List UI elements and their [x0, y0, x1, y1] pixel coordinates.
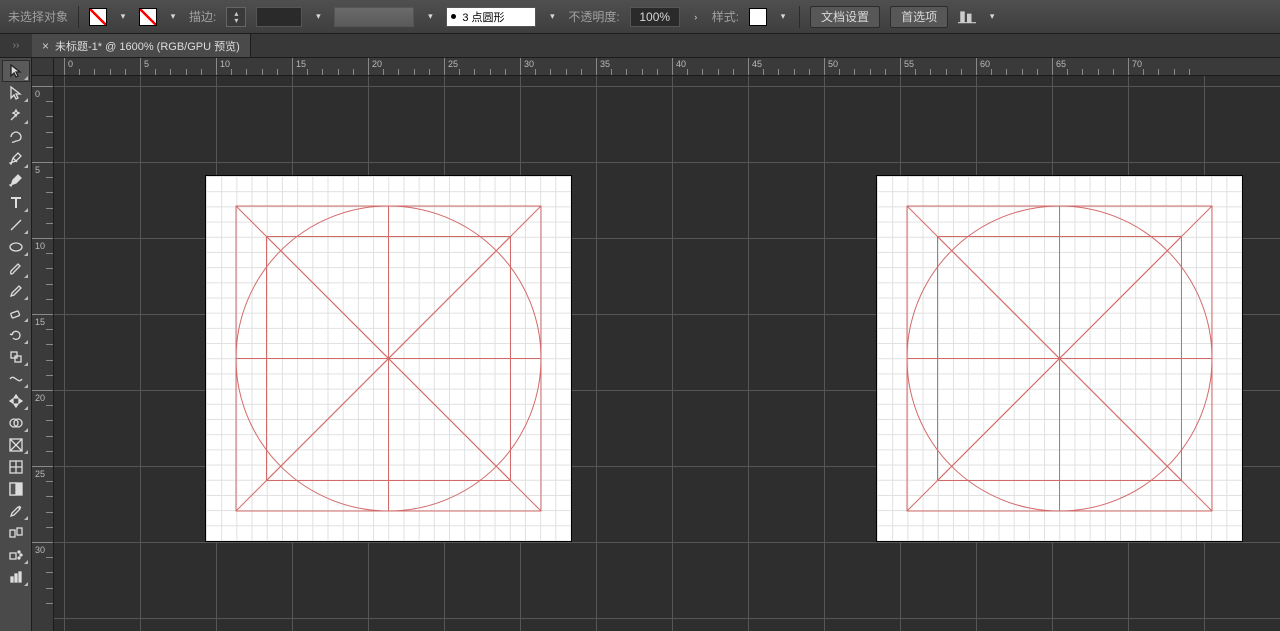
free-transform-tool[interactable] [2, 390, 30, 412]
stroke-weight-dropdown[interactable]: ▾ [312, 11, 324, 22]
artboard[interactable] [877, 176, 1242, 541]
stroke-weight-field[interactable] [256, 7, 302, 27]
document-setup-button[interactable]: 文档设置 [810, 6, 880, 28]
preferences-label: 首选项 [901, 8, 937, 25]
brush-definition[interactable]: 3 点圆形 [446, 7, 536, 27]
artwork [206, 176, 571, 541]
type-tool[interactable] [2, 192, 30, 214]
pen-tool[interactable] [2, 148, 30, 170]
tool-panel [0, 58, 32, 631]
variable-width-dropdown[interactable]: ▾ [424, 11, 436, 22]
separator [799, 6, 800, 28]
stroke-weight-stepper[interactable]: ▴▾ [226, 7, 246, 27]
opacity-dropdown[interactable]: › [690, 12, 702, 22]
selection-tool[interactable] [2, 60, 30, 82]
option-bar: 未选择对象 ▾ ▾ 描边: ▴▾ ▾ ▾ 3 点圆形 ▾ 不透明度: 100% … [0, 0, 1280, 34]
ellipse-tool[interactable] [2, 236, 30, 258]
brush-dropdown[interactable]: ▾ [546, 11, 558, 22]
expand-panels-handle[interactable]: ›› [0, 34, 32, 57]
scale-tool[interactable] [2, 346, 30, 368]
brush-name: 3 点圆形 [462, 9, 504, 25]
document-tab[interactable]: × 未标题-1* @ 1600% (RGB/GPU 预览) [32, 34, 251, 57]
ruler-origin[interactable] [32, 58, 54, 76]
opacity-field[interactable]: 100% [630, 7, 680, 27]
artboard[interactable] [206, 176, 571, 541]
preferences-button[interactable]: 首选项 [890, 6, 948, 28]
eraser-tool[interactable] [2, 302, 30, 324]
lasso-tool[interactable] [2, 126, 30, 148]
stroke-dropdown[interactable]: ▾ [167, 11, 179, 22]
separator [78, 6, 79, 28]
canvas-viewport[interactable] [54, 76, 1280, 631]
curvature-tool[interactable] [2, 170, 30, 192]
vertical-ruler[interactable] [32, 76, 54, 631]
align-icon[interactable] [958, 8, 976, 26]
opacity-value: 100% [639, 10, 670, 24]
shape-builder-tool[interactable] [2, 412, 30, 434]
blend-tool[interactable] [2, 522, 30, 544]
column-graph-tool[interactable] [2, 566, 30, 588]
mesh-tool[interactable] [2, 456, 30, 478]
document-tab-bar: ›› × 未标题-1* @ 1600% (RGB/GPU 预览) [0, 34, 1280, 58]
variable-width-profile[interactable] [334, 7, 414, 27]
stroke-label: 描边: [189, 8, 216, 25]
doc-setup-label: 文档设置 [821, 8, 869, 25]
perspective-grid-tool[interactable] [2, 434, 30, 456]
close-tab-icon[interactable]: × [42, 39, 49, 53]
stroke-swatch[interactable] [139, 8, 157, 26]
artwork [877, 176, 1242, 541]
width-tool[interactable] [2, 368, 30, 390]
horizontal-ruler[interactable] [54, 58, 1280, 76]
graphic-style-swatch[interactable] [749, 8, 767, 26]
opacity-label: 不透明度: [568, 8, 619, 25]
canvas-area [32, 58, 1280, 631]
selection-status: 未选择对象 [8, 8, 68, 25]
eyedropper-tool[interactable] [2, 500, 30, 522]
graphic-style-dropdown[interactable]: ▾ [777, 11, 789, 22]
magic-wand-tool[interactable] [2, 104, 30, 126]
paintbrush-tool[interactable] [2, 258, 30, 280]
align-dropdown[interactable]: ▾ [986, 11, 998, 22]
gradient-tool[interactable] [2, 478, 30, 500]
document-tab-title: 未标题-1* @ 1600% (RGB/GPU 预览) [55, 38, 240, 54]
pencil-tool[interactable] [2, 280, 30, 302]
symbol-sprayer-tool[interactable] [2, 544, 30, 566]
fill-dropdown[interactable]: ▾ [117, 11, 129, 22]
workspace [0, 58, 1280, 631]
line-tool[interactable] [2, 214, 30, 236]
direct-selection-tool[interactable] [2, 82, 30, 104]
rotate-tool[interactable] [2, 324, 30, 346]
brush-dot-icon [451, 14, 456, 19]
fill-swatch[interactable] [89, 8, 107, 26]
style-label: 样式: [712, 8, 739, 25]
